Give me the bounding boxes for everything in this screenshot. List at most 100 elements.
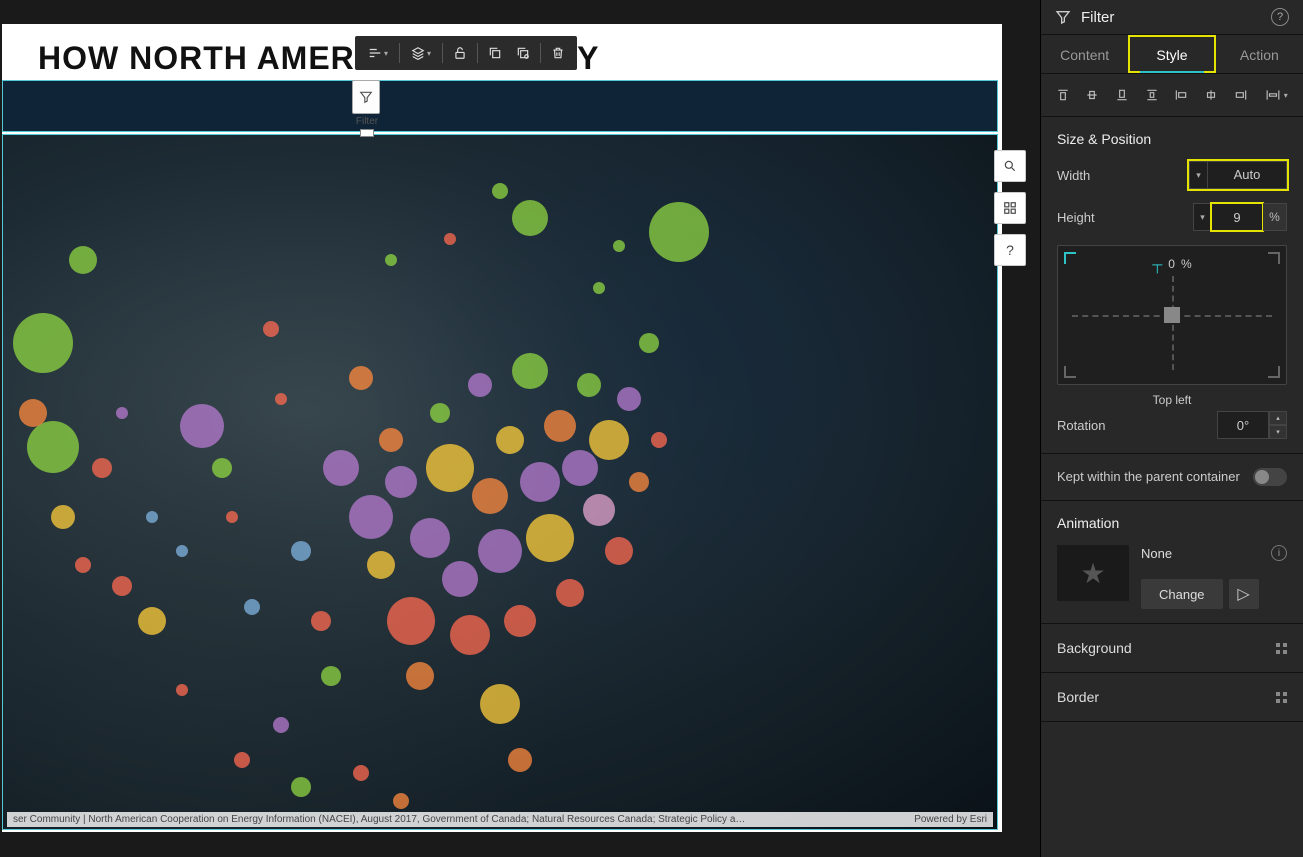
search-icon[interactable] xyxy=(994,150,1026,182)
map-bubble xyxy=(367,551,395,579)
map-bubble xyxy=(116,407,128,419)
map-bubble xyxy=(583,494,615,526)
width-label: Width xyxy=(1057,168,1189,183)
expand-grid-icon xyxy=(1276,692,1287,703)
map-bubble xyxy=(651,432,667,448)
map-bubble xyxy=(321,666,341,686)
tab-content[interactable]: Content xyxy=(1041,35,1128,73)
spinner-up-icon[interactable]: ▴ xyxy=(1269,411,1287,425)
resize-handle[interactable] xyxy=(360,129,374,137)
anchor-bottom-right[interactable] xyxy=(1268,366,1280,378)
help-icon[interactable]: ? xyxy=(994,234,1026,266)
anchor-top-left[interactable] xyxy=(1064,252,1076,264)
anchor-top-right[interactable] xyxy=(1268,252,1280,264)
height-unit[interactable]: % xyxy=(1263,203,1287,231)
panel-title: Filter xyxy=(1081,9,1261,26)
align-stretch-v-icon[interactable] xyxy=(1138,82,1166,108)
chevron-down-icon[interactable]: ▾ xyxy=(1193,203,1211,231)
play-icon[interactable]: ▷ xyxy=(1229,579,1259,609)
map-bubble xyxy=(385,254,397,266)
map-bubble xyxy=(273,717,289,733)
animation-title: Animation xyxy=(1057,515,1287,531)
map-bubble xyxy=(92,458,112,478)
width-field[interactable]: ▾ Auto xyxy=(1189,161,1287,189)
map-bubble xyxy=(385,466,417,498)
filter-icon xyxy=(1055,9,1071,25)
map-bubble xyxy=(387,597,435,645)
align-top-icon[interactable] xyxy=(1049,82,1077,108)
map-tools: ? xyxy=(994,150,1026,266)
duplicate-settings-icon[interactable] xyxy=(510,40,536,66)
map-bubble xyxy=(323,450,359,486)
map-bubble xyxy=(353,765,369,781)
change-animation-button[interactable]: Change xyxy=(1141,579,1223,609)
map-bubble xyxy=(51,505,75,529)
map-attribution: ser Community | North American Cooperati… xyxy=(7,812,993,827)
filter-icon[interactable] xyxy=(352,80,380,114)
selected-header-band[interactable] xyxy=(2,80,998,132)
section-title: Size & Position xyxy=(1057,131,1287,147)
help-icon[interactable]: ? xyxy=(1271,8,1289,26)
section-border[interactable]: Border xyxy=(1041,673,1303,722)
map-bubble xyxy=(450,615,490,655)
map-bubble xyxy=(512,200,548,236)
map-bubble xyxy=(508,748,532,772)
layers-icon[interactable]: ▾ xyxy=(404,40,438,66)
map-widget[interactable]: ser Community | North American Cooperati… xyxy=(2,134,998,830)
height-field[interactable]: ▾ % xyxy=(1193,203,1287,231)
map-bubble xyxy=(617,387,641,411)
map-bubble xyxy=(19,399,47,427)
map-bubble xyxy=(349,366,373,390)
map-bubble xyxy=(639,333,659,353)
align-vcenter-icon[interactable] xyxy=(1079,82,1107,108)
rotation-field[interactable]: ▴ ▾ xyxy=(1217,411,1287,439)
filter-widget[interactable]: Filter xyxy=(352,80,382,137)
panel-header: Filter ? xyxy=(1041,0,1303,35)
unlock-icon[interactable] xyxy=(447,40,473,66)
map-bubble xyxy=(468,373,492,397)
map-bubble xyxy=(349,495,393,539)
map-bubble xyxy=(605,537,633,565)
map-bubble xyxy=(492,183,508,199)
height-input[interactable] xyxy=(1211,203,1263,231)
map-bubble xyxy=(478,529,522,573)
info-icon[interactable]: i xyxy=(1271,545,1287,561)
map-bubble xyxy=(176,684,188,696)
map-bubble xyxy=(649,202,709,262)
map-bubble xyxy=(212,458,232,478)
align-bottom-icon[interactable] xyxy=(1108,82,1136,108)
alignment-toolbar: ▾ xyxy=(1041,74,1303,117)
position-handle[interactable] xyxy=(1164,307,1180,323)
duplicate-icon[interactable] xyxy=(482,40,508,66)
map-bubble xyxy=(291,541,311,561)
tab-action[interactable]: Action xyxy=(1216,35,1303,73)
map-bubble xyxy=(556,579,584,607)
anchor-bottom-left[interactable] xyxy=(1064,366,1076,378)
chevron-down-icon[interactable]: ▾ xyxy=(1189,161,1207,189)
spinner-down-icon[interactable]: ▾ xyxy=(1269,425,1287,439)
map-bubble xyxy=(589,420,629,460)
delete-icon[interactable] xyxy=(545,40,571,66)
section-background[interactable]: Background xyxy=(1041,624,1303,673)
map-bubble xyxy=(75,557,91,573)
align-left-icon[interactable] xyxy=(1168,82,1196,108)
map-bubble xyxy=(311,611,331,631)
design-canvas: HOW NORTH AMERICA ECTRICITY Filter ▾ ▾ s… xyxy=(0,0,1040,857)
rotation-input[interactable] xyxy=(1217,411,1269,439)
position-anchor-box[interactable]: ┬ 0 % xyxy=(1057,245,1287,385)
width-value[interactable]: Auto xyxy=(1207,161,1287,189)
align-full-width-icon[interactable]: ▾ xyxy=(1256,82,1295,108)
align-right-icon[interactable] xyxy=(1227,82,1255,108)
map-bubble xyxy=(393,793,409,809)
map-bubble xyxy=(69,246,97,274)
section-size-position: Size & Position Width ▾ Auto Height ▾ % xyxy=(1041,117,1303,454)
tab-style[interactable]: Style xyxy=(1128,35,1215,73)
keep-within-toggle[interactable] xyxy=(1253,468,1287,486)
map-bubble xyxy=(430,403,450,423)
align-icon[interactable]: ▾ xyxy=(361,40,395,66)
map-bubble xyxy=(180,404,224,448)
align-hcenter-icon[interactable] xyxy=(1197,82,1225,108)
map-bubble xyxy=(410,518,450,558)
legend-grid-icon[interactable] xyxy=(994,192,1026,224)
animation-thumbnail: ★ xyxy=(1057,545,1129,601)
